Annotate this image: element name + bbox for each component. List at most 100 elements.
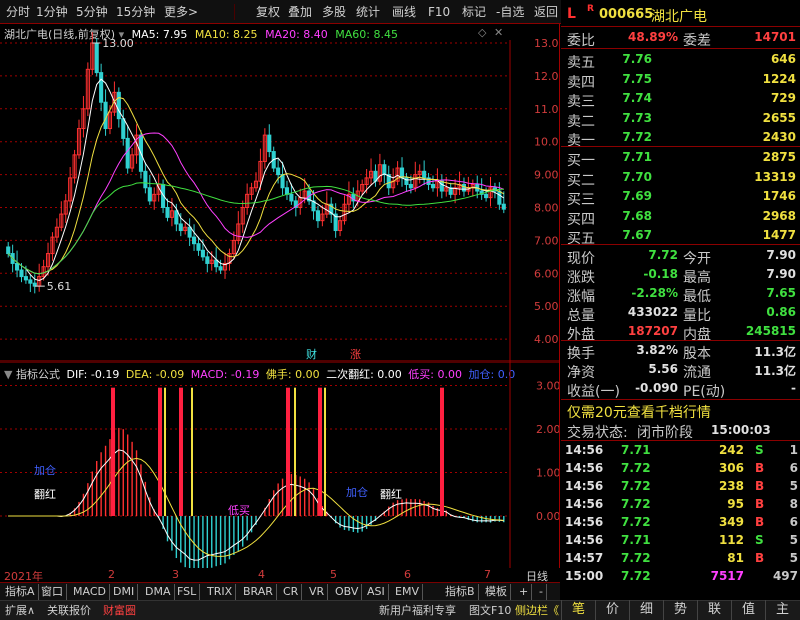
candle-body [103, 101, 108, 130]
signal-bar [318, 387, 322, 516]
quote-nav-tab[interactable]: 细 [629, 600, 663, 620]
stat-row: 外盘 187207 内盘 245815 [567, 324, 796, 343]
tab-fenshi[interactable]: 分时 [6, 3, 30, 21]
stats-button[interactable]: 统计 [356, 3, 380, 21]
tab-brar[interactable]: BRAR [240, 584, 277, 600]
flag-r[interactable]: R [587, 4, 594, 14]
stat-row: 涨幅 -2.28% 最低 7.65 [567, 286, 796, 305]
y-tick-label: 9.00 [534, 169, 559, 182]
candle-body [28, 279, 33, 284]
signal-bar [191, 387, 193, 516]
bid-level-row[interactable]: 买三 7.69 1746 [561, 187, 800, 208]
quote-nav-tab[interactable]: 笔 [561, 600, 595, 620]
quote-nav-tab[interactable]: 势 [663, 600, 697, 620]
ask-level-row[interactable]: 卖一 7.72 2430 [561, 128, 800, 149]
promo-row[interactable]: 仅需20元查看千档行情 [561, 401, 800, 421]
tab-dmi[interactable]: DMI [110, 584, 139, 600]
candle-body [404, 177, 409, 185]
multi-stock-button[interactable]: 多股 [322, 3, 346, 21]
candlestick-chart[interactable]: 13.00 12.00 11.00 10.00 9.00 8.00 7.00 6.00 5.00… [0, 24, 559, 362]
candle-body [19, 269, 24, 278]
ask-level-row[interactable]: 卖二 7.73 2655 [561, 109, 800, 130]
tab-1min[interactable]: 1分钟 [36, 3, 68, 21]
tab-indicator-a[interactable]: 指标A [2, 584, 39, 600]
bid-level-row[interactable]: 买二 7.70 13319 [561, 168, 800, 189]
y-tick-label: 1.00 [536, 467, 559, 480]
y-tick-label: 11.00 [534, 103, 559, 116]
f10-graphic-button[interactable]: 图文F10 [466, 603, 514, 619]
fuquan-button[interactable]: 复权 [256, 3, 280, 21]
bid-level-row[interactable]: 买四 7.68 2968 [561, 207, 800, 228]
month-label: 5 [330, 568, 337, 581]
candle-body [178, 223, 183, 232]
new-user-promo[interactable]: 新用户福利专享 [376, 603, 459, 619]
tab-indicator-b[interactable]: 指标B [442, 584, 479, 600]
related-quotes-button[interactable]: 关联报价 [44, 603, 94, 619]
draw-line-button[interactable]: 画线 [392, 3, 416, 21]
candle-body [218, 266, 223, 271]
y-tick-label: 0.00 [536, 510, 559, 523]
quote-nav-tab[interactable]: 联 [697, 600, 731, 620]
wealth-circle-button[interactable]: 财富圈 [100, 603, 139, 619]
remove-button[interactable]: - [536, 584, 547, 600]
share-stat-row: 换手 3.82% 股本 11.3亿 [567, 343, 796, 362]
sidebar-toggle[interactable]: 侧边栏《 [512, 603, 562, 619]
tab-obv[interactable]: OBV [332, 584, 363, 600]
candle-body [94, 42, 99, 74]
add-button[interactable]: + [516, 584, 533, 600]
tab-trix[interactable]: TRIX [204, 584, 237, 600]
candle-body [267, 134, 272, 153]
signal-bar [324, 387, 326, 516]
tab-template[interactable]: 模板 [482, 584, 511, 600]
candle-body [382, 164, 387, 176]
more-menu[interactable]: 更多> [164, 3, 198, 21]
trade-row: 14:56 7.71 242 S 1 [565, 443, 798, 457]
tab-vr[interactable]: VR [306, 584, 329, 600]
mark-button[interactable]: 标记 [462, 3, 486, 21]
candle-body [196, 243, 201, 251]
indicator-annotation: 翻红 [34, 487, 56, 501]
flag-l[interactable]: L [567, 6, 576, 22]
tab-asi[interactable]: ASI [364, 584, 389, 600]
indicator-annotation: 翻红 [380, 487, 402, 501]
time-axis: 2021年 2 3 4 5 6 7 日线 [0, 568, 560, 583]
y-tick-label: 6.00 [534, 267, 559, 280]
candle-body [439, 180, 444, 192]
overlay-button[interactable]: 叠加 [288, 3, 312, 21]
promo-text[interactable]: 仅需20元查看千档行情 [567, 402, 711, 422]
quote-nav-tab[interactable]: 主 [765, 600, 799, 620]
candle-body [174, 210, 179, 225]
f10-button[interactable]: F10 [428, 3, 450, 21]
tab-dma[interactable]: DMA [142, 584, 175, 600]
tab-window[interactable]: 窗口 [38, 584, 67, 600]
trade-row: 14:56 7.72 95 B 8 [565, 497, 798, 511]
bid-level-row[interactable]: 买五 7.67 1477 [561, 226, 800, 247]
tab-fsl[interactable]: FSL [174, 584, 201, 600]
tab-5min[interactable]: 5分钟 [76, 3, 108, 21]
tab-cr[interactable]: CR [280, 584, 303, 600]
expand-button[interactable]: 扩展∧ [2, 603, 38, 619]
ask-level-row[interactable]: 卖四 7.75 1224 [561, 70, 800, 91]
watchlist-button[interactable]: -自选 [496, 3, 524, 21]
month-label: 7 [484, 568, 491, 581]
ask-level-row[interactable]: 卖三 7.74 729 [561, 89, 800, 110]
y-tick-label: 3.00 [536, 380, 559, 393]
ask-level-row[interactable]: 卖五 7.76 646 [561, 50, 800, 71]
back-button[interactable]: 返回 [534, 3, 558, 21]
indicator-chart[interactable]: 3.002.001.000.00加仓翻红低买加仓 翻红 [0, 362, 559, 568]
quote-nav-tab[interactable]: 值 [731, 600, 765, 620]
candle-body [214, 259, 219, 268]
tab-15min[interactable]: 15分钟 [116, 3, 155, 21]
candle-body [165, 207, 170, 218]
tab-macd[interactable]: MACD [70, 584, 110, 600]
trade-row: 14:56 7.71 112 S 5 [565, 533, 798, 547]
candle-body [187, 226, 192, 238]
candle-body [200, 249, 205, 258]
candle-body [116, 91, 121, 120]
quote-nav-tab[interactable]: 价 [595, 600, 629, 620]
bid-level-row[interactable]: 买一 7.71 2875 [561, 148, 800, 169]
candle-body [276, 167, 281, 176]
tab-emv[interactable]: EMV [392, 584, 423, 600]
trade-row: 14:56 7.72 306 B 6 [565, 461, 798, 475]
candle-body [497, 190, 502, 205]
